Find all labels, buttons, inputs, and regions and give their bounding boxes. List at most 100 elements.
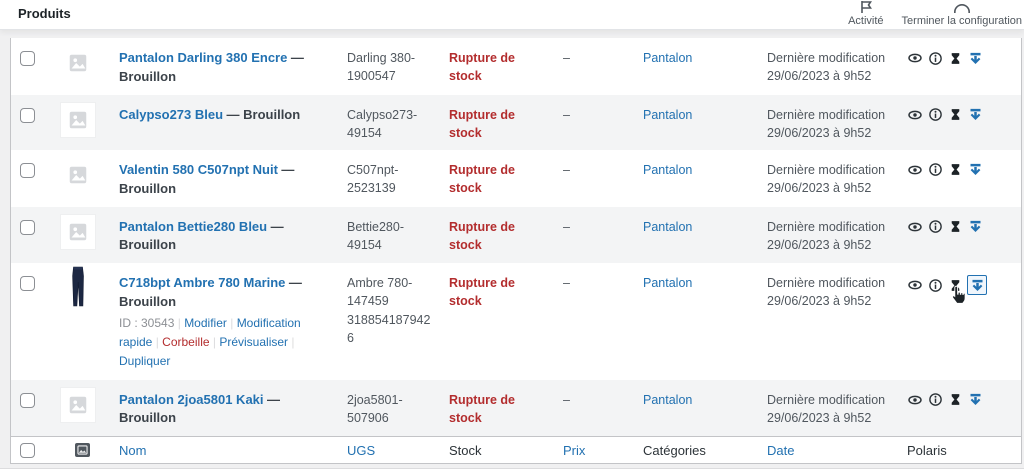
price-cell: – [555,263,635,379]
product-name-cell: C718bpt Ambre 780 Marine — Brouillon ID … [111,263,339,379]
modified-date: 29/06/2023 à 9h52 [767,124,891,142]
trash-link[interactable]: Corbeille [162,335,209,349]
category-link[interactable]: Pantalon [643,220,692,234]
column-header-sku[interactable]: UGS [347,443,375,458]
view-icon[interactable] [907,277,923,293]
products-table: Pantalon Darling 380 Encre — Brouillon D… [10,38,1022,464]
download-icon[interactable] [967,162,983,178]
modified-label: Dernière modification [767,391,891,409]
info-icon[interactable] [927,50,943,66]
download-icon[interactable] [967,392,983,408]
post-status: — Brouillon [227,107,301,122]
row-checkbox[interactable] [20,163,35,178]
product-thumbnail [53,207,111,264]
category-link[interactable]: Pantalon [643,393,692,407]
finish-setup-label: Terminer la configuration [902,15,1022,27]
hourglass-icon[interactable] [947,277,963,293]
modified-date: 29/06/2023 à 9h52 [767,409,891,427]
stock-status: Rupture de stock [449,393,515,425]
download-icon[interactable] [967,50,983,66]
date-cell: Dernière modification 29/06/2023 à 9h52 [759,95,899,150]
info-icon[interactable] [927,107,943,123]
category-link[interactable]: Pantalon [643,276,692,290]
product-link[interactable]: Calypso273 Bleu [119,107,223,122]
stock-status: Rupture de stock [449,220,515,252]
view-icon[interactable] [907,392,923,408]
table-row: C718bpt Ambre 780 Marine — Brouillon ID … [11,263,1021,379]
price-cell: – [555,95,635,150]
table-row: Calypso273 Bleu — Brouillon Calypso273-4… [11,95,1021,150]
table-row: Pantalon 2joa5801 Kaki — Brouillon 2joa5… [11,380,1021,437]
column-header-polaris: Polaris [899,443,1021,458]
image-placeholder-icon [61,388,95,422]
sku-cell: Bettie280-49154 [339,207,441,264]
category-link[interactable]: Pantalon [643,108,692,122]
column-header-name[interactable]: Nom [119,443,146,458]
sku-cell: Calypso273-49154 [339,95,441,150]
row-checkbox[interactable] [20,393,35,408]
download-icon[interactable] [967,219,983,235]
row-checkbox[interactable] [20,51,35,66]
product-image [61,271,95,305]
polaris-cell [899,380,1021,437]
row-actions: ID : 30543 | Modifier | Modification rap… [119,314,331,372]
flag-icon [859,1,873,13]
finish-setup-button[interactable]: Terminer la configuration [902,0,1022,30]
table-footer-header: Nom UGS Stock Prix Catégories Date Polar… [11,436,1021,463]
product-thumbnail [53,380,111,437]
hourglass-icon[interactable] [947,50,963,66]
price-cell: – [555,38,635,95]
hourglass-icon[interactable] [947,392,963,408]
date-cell: Dernière modification 29/06/2023 à 9h52 [759,207,899,264]
polaris-cell [899,150,1021,207]
preview-link[interactable]: Prévisualiser [219,335,288,349]
download-icon[interactable] [967,275,987,295]
product-link[interactable]: C718bpt Ambre 780 Marine [119,275,285,290]
progress-circle-icon [953,1,971,13]
product-link[interactable]: Pantalon Bettie280 Bleu [119,219,267,234]
hourglass-icon[interactable] [947,162,963,178]
duplicate-link[interactable]: Dupliquer [119,354,170,368]
category-link[interactable]: Pantalon [643,163,692,177]
row-checkbox[interactable] [20,108,35,123]
modified-date: 29/06/2023 à 9h52 [767,179,891,197]
view-icon[interactable] [907,219,923,235]
image-placeholder-icon [61,215,95,249]
topbar-actions: Activité Terminer la configuration [848,0,1022,30]
activity-button[interactable]: Activité [848,0,883,30]
info-icon[interactable] [927,219,943,235]
select-all-checkbox[interactable] [20,443,35,458]
product-link[interactable]: Pantalon 2joa5801 Kaki [119,392,264,407]
info-icon[interactable] [927,392,943,408]
stock-status: Rupture de stock [449,108,515,140]
product-name-cell: Valentin 580 C507npt Nuit — Brouillon [111,150,339,207]
polaris-cell [899,38,1021,95]
edit-link[interactable]: Modifier [184,316,227,330]
row-checkbox[interactable] [20,220,35,235]
polaris-cell [899,207,1021,264]
hourglass-icon[interactable] [947,107,963,123]
column-header-price[interactable]: Prix [563,443,585,458]
view-icon[interactable] [907,107,923,123]
hourglass-icon[interactable] [947,219,963,235]
product-name-cell: Calypso273 Bleu — Brouillon [111,95,339,150]
view-icon[interactable] [907,162,923,178]
sku-cell: C507npt-2523139 [339,150,441,207]
activity-label: Activité [848,15,883,27]
price-cell: – [555,150,635,207]
column-header-date[interactable]: Date [767,443,794,458]
info-icon[interactable] [927,277,943,293]
info-icon[interactable] [927,162,943,178]
modified-label: Dernière modification [767,218,891,236]
image-placeholder-icon [61,46,95,80]
products-admin-screen: Produits Activité Terminer la configurat… [0,0,1024,475]
product-link[interactable]: Valentin 580 C507npt Nuit [119,162,278,177]
download-icon[interactable] [967,107,983,123]
product-name-cell: Pantalon 2joa5801 Kaki — Brouillon [111,380,339,437]
date-cell: Dernière modification 29/06/2023 à 9h52 [759,263,899,379]
product-link[interactable]: Pantalon Darling 380 Encre [119,50,287,65]
category-link[interactable]: Pantalon [643,51,692,65]
view-icon[interactable] [907,50,923,66]
row-checkbox[interactable] [20,276,35,291]
modified-label: Dernière modification [767,49,891,67]
